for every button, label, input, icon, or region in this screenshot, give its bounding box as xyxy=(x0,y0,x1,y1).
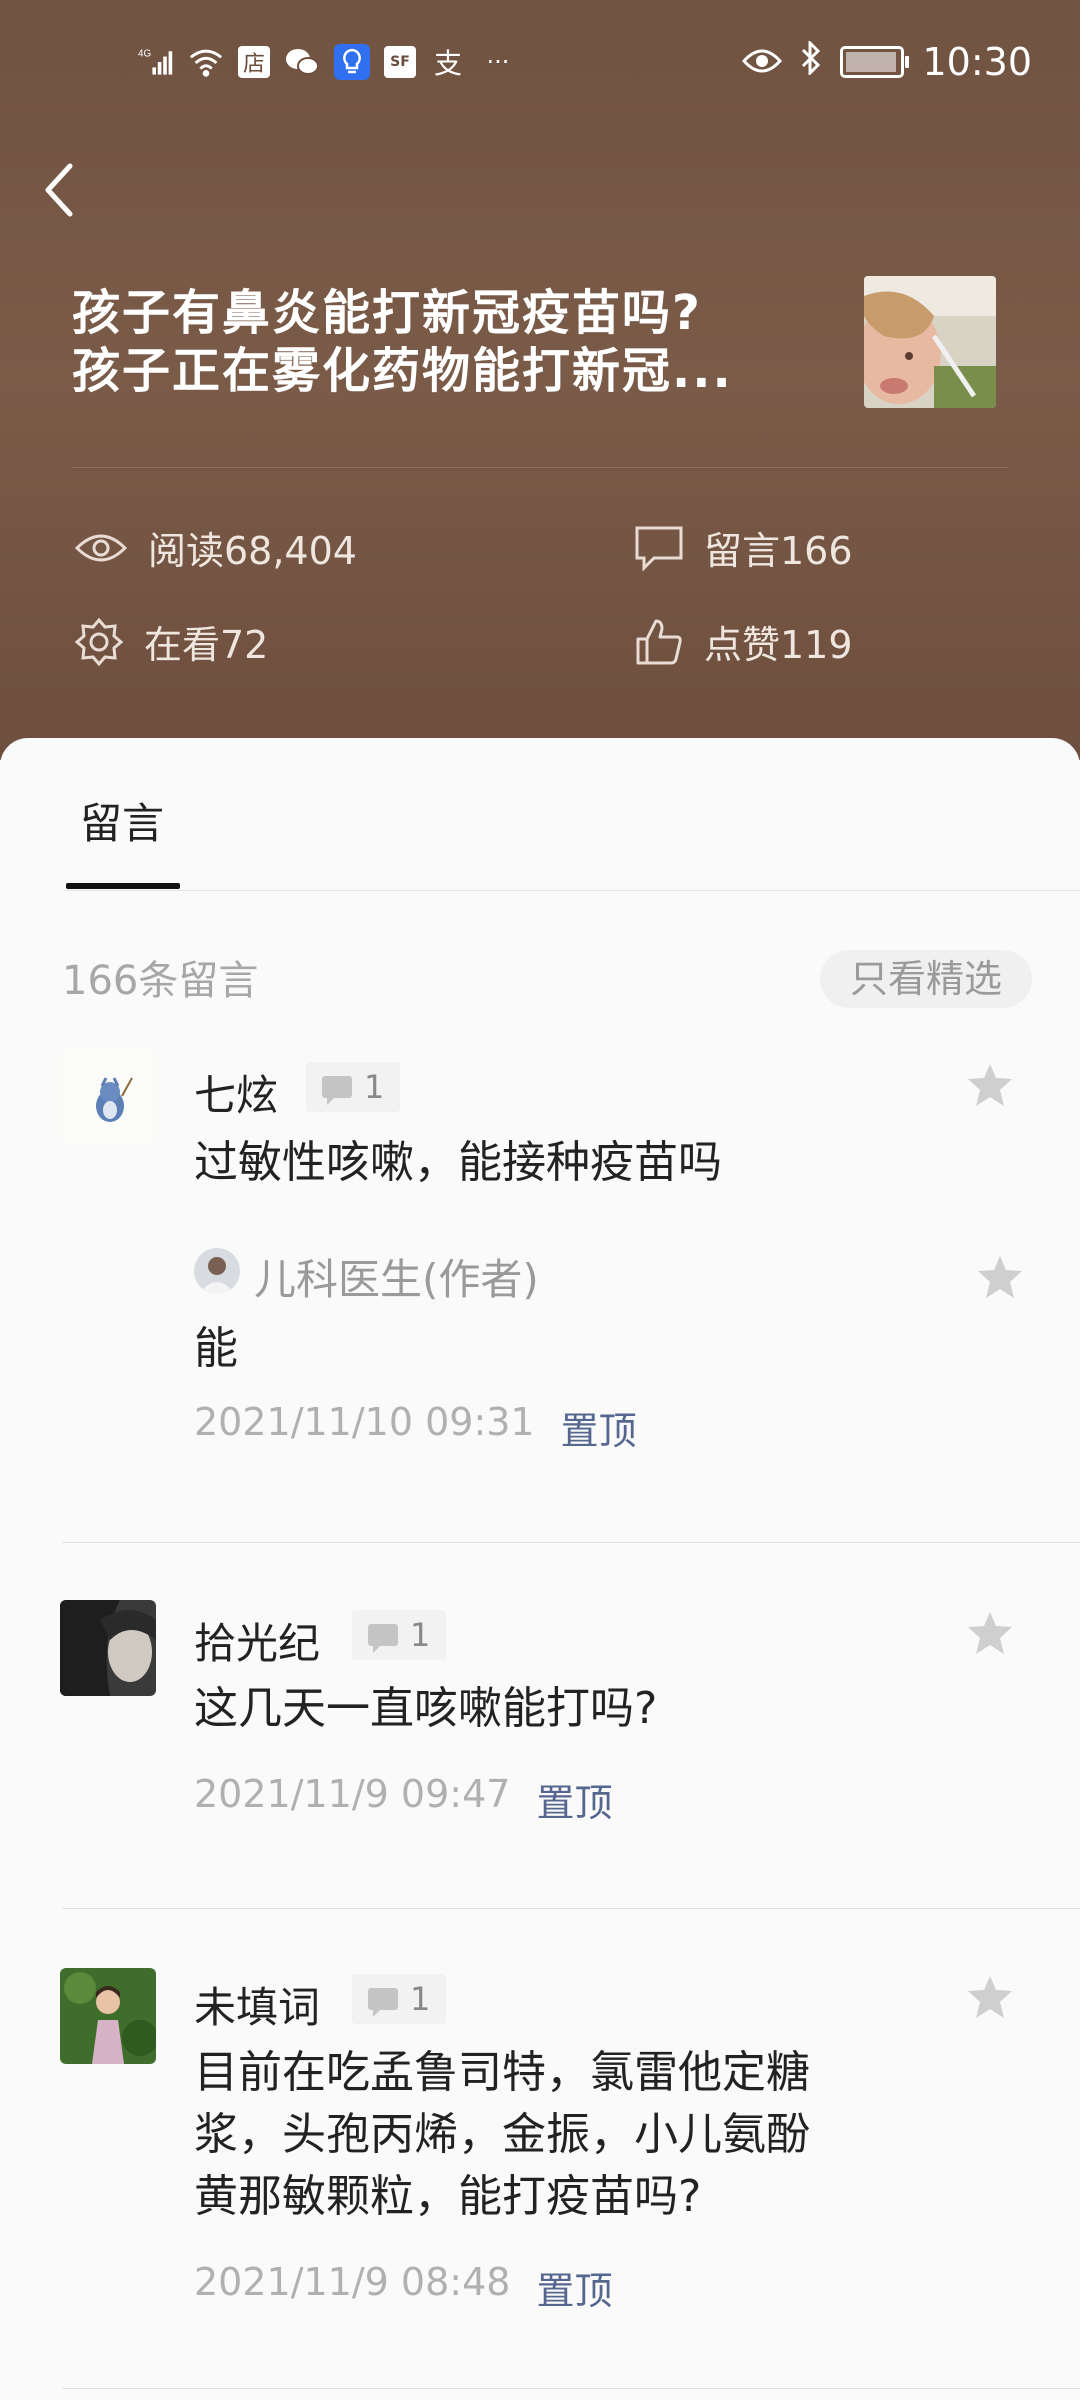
stat-reads: 阅读68,404 xyxy=(74,520,357,575)
stat-watching[interactable]: 在看72 xyxy=(74,614,268,669)
reply-count: 1 xyxy=(364,1068,385,1106)
bluetooth-icon xyxy=(800,39,822,84)
stat-comments-label: 留言166 xyxy=(704,529,853,573)
reply-count-badge[interactable]: 1 xyxy=(306,1062,401,1112)
comment-meta: 2021/11/9 08:48 置顶 xyxy=(194,2260,612,2315)
commenter-name[interactable]: 七炫 xyxy=(194,1062,278,1123)
avatar[interactable] xyxy=(60,1968,156,2064)
avatar[interactable] xyxy=(60,1048,156,1144)
more-dots-icon: ··· xyxy=(486,48,510,76)
author-reply-name[interactable]: 儿科医生(作者) xyxy=(254,1246,539,1307)
reply-count: 1 xyxy=(410,1980,431,2018)
reply-star-icon[interactable] xyxy=(976,1254,1024,1304)
battery-icon xyxy=(840,46,910,78)
reply-meta: 2021/11/10 09:31 置顶 xyxy=(194,1400,637,1455)
signal-icon: 4G xyxy=(138,44,174,80)
thumbs-up-icon xyxy=(636,619,682,664)
tab-indicator xyxy=(66,883,180,889)
commenter-name[interactable]: 拾光纪 xyxy=(194,1610,320,1671)
comment-icon xyxy=(635,526,683,571)
comment-time: 2021/11/9 08:48 xyxy=(194,2260,511,2304)
article-title-line2: 孩子正在雾化药物能打新冠... xyxy=(72,343,733,399)
pin-button[interactable]: 置顶 xyxy=(536,1772,612,1827)
reply-time: 2021/11/10 09:31 xyxy=(194,1400,535,1444)
author-avatar[interactable] xyxy=(194,1248,240,1294)
reply-count-badge[interactable]: 1 xyxy=(352,1610,447,1660)
pin-button[interactable]: 置顶 xyxy=(561,1400,637,1455)
tab-comments[interactable]: 留言 xyxy=(80,790,164,851)
status-bar: 4G 店 SF 支 ··· 10:30 xyxy=(0,0,1080,130)
comment-time: 2021/11/9 09:47 xyxy=(194,1772,511,1816)
comment-text-line: 目前在吃孟鲁司特，氯雷他定糖 xyxy=(194,2047,810,2098)
featured-filter-button[interactable]: 只看精选 xyxy=(819,950,1032,1008)
watching-icon xyxy=(74,617,124,666)
pin-button[interactable]: 置顶 xyxy=(536,2260,612,2315)
star-icon[interactable] xyxy=(966,1974,1014,2024)
avatar[interactable] xyxy=(60,1600,156,1696)
tab-divider xyxy=(66,890,1080,891)
star-icon[interactable] xyxy=(966,1062,1014,1112)
stat-likes[interactable]: 点赞119 xyxy=(634,614,853,669)
comment-divider xyxy=(62,1908,1080,1909)
article-title[interactable]: 孩子有鼻炎能打新冠疫苗吗? 孩子正在雾化药物能打新冠... xyxy=(72,284,772,400)
stat-reads-label: 阅读68,404 xyxy=(148,529,357,573)
network-label: 4G xyxy=(138,49,151,60)
reply-count: 1 xyxy=(410,1616,431,1654)
comment-text: 目前在吃孟鲁司特，氯雷他定糖 浆，头孢丙烯，金振，小儿氨酚 黄那敏颗粒，能打疫苗… xyxy=(194,2042,914,2228)
comment-divider xyxy=(62,2388,1080,2389)
reply-bubble-icon xyxy=(368,1988,398,2017)
article-thumbnail[interactable] xyxy=(864,276,996,408)
store-icon: 店 xyxy=(238,46,270,78)
wifi-icon xyxy=(188,44,224,80)
reply-bubble-icon xyxy=(368,1624,398,1653)
chevron-left-icon xyxy=(45,163,73,217)
star-icon[interactable] xyxy=(966,1610,1014,1660)
status-time: 10:30 xyxy=(922,40,1032,84)
article-header: 4G 店 SF 支 ··· 10:30 孩子有鼻炎能打新冠疫苗吗? 孩子正在雾化… xyxy=(0,0,1080,760)
eye-icon xyxy=(74,534,128,561)
reply-bubble-icon xyxy=(322,1076,352,1105)
back-button[interactable] xyxy=(40,160,80,220)
reply-count-badge[interactable]: 1 xyxy=(352,1974,447,2024)
comment-count: 166条留言 xyxy=(62,958,259,1004)
wechat-icon xyxy=(284,44,320,80)
comment-divider xyxy=(62,1542,1080,1543)
comment-text-line: 黄那敏颗粒，能打疫苗吗? xyxy=(194,2171,702,2222)
article-title-line1: 孩子有鼻炎能打新冠疫苗吗? xyxy=(72,285,702,341)
stat-watching-label: 在看72 xyxy=(144,623,269,667)
header-divider xyxy=(72,467,1008,468)
comment-text-line: 浆，头孢丙烯，金振，小儿氨酚 xyxy=(194,2109,810,2160)
eye-care-icon xyxy=(742,40,783,84)
comment-meta: 2021/11/9 09:47 置顶 xyxy=(194,1772,612,1827)
alipay-icon: 支 xyxy=(433,47,462,80)
stat-likes-label: 点赞119 xyxy=(704,623,853,667)
comment-text: 过敏性咳嗽，能接种疫苗吗 xyxy=(194,1137,722,1188)
sf-icon: SF xyxy=(384,46,416,78)
stat-comments[interactable]: 留言166 xyxy=(634,520,853,575)
comment-text: 这几天一直咳嗽能打吗? xyxy=(194,1683,658,1734)
bulb-icon xyxy=(334,44,370,80)
comments-sheet: 留言 166条留言 只看精选 七炫 1 过敏性咳嗽，能接种疫苗吗 儿科医生(作者… xyxy=(0,738,1080,2400)
author-reply-text: 能 xyxy=(194,1323,238,1374)
commenter-name[interactable]: 未填词 xyxy=(194,1974,320,2035)
